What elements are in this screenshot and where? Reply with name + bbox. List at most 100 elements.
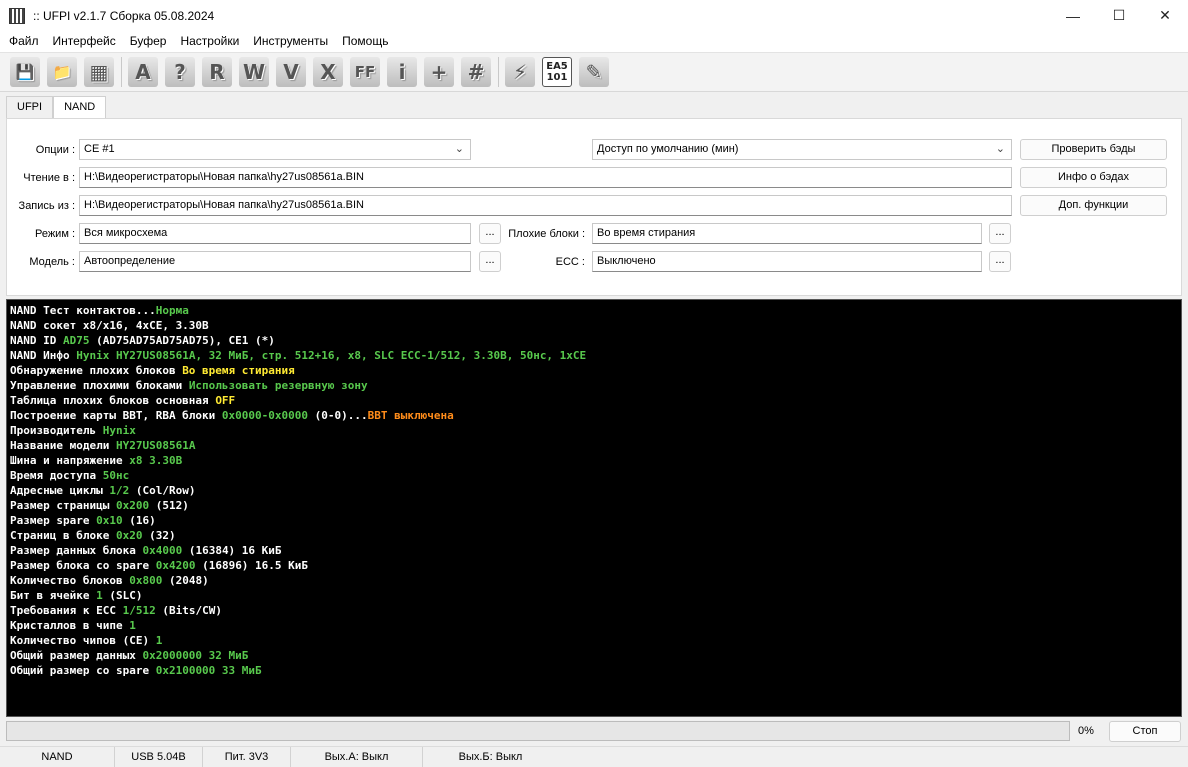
log-segment: (Bits/CW): [155, 604, 222, 617]
log-segment: 0x2100000 33 МиБ: [155, 664, 262, 677]
blank-check-button[interactable]: FF: [348, 55, 382, 89]
log-segment: (16896) 16.5 КиБ: [195, 559, 309, 572]
log-segment: Управление плохими блоками: [10, 379, 189, 392]
log-segment: Использовать резервную зону: [188, 379, 368, 392]
menu-interface[interactable]: Интерфейс: [46, 31, 123, 52]
log-segment: Шина и напряжение: [10, 454, 130, 467]
write-button[interactable]: W: [237, 55, 271, 89]
log-line: Размер данных блока 0x4000 (16384) 16 Ки…: [10, 543, 1178, 558]
log-segment: Название модели: [10, 439, 116, 452]
notes-button[interactable]: ✎: [577, 55, 611, 89]
save-button[interactable]: 💾: [8, 55, 42, 89]
notes-icon: ✎: [579, 57, 609, 87]
access-mode-select[interactable]: Доступ по умолчанию (мин) ⌄: [592, 139, 1012, 160]
write-from-path-field[interactable]: H:\Видеорегистраторы\Новая папка\hy27us0…: [79, 195, 1012, 216]
log-line: Требования к ECC 1/512 (Bits/CW): [10, 603, 1178, 618]
info-icon: i: [387, 57, 417, 87]
log-console[interactable]: NAND Тест контактов...Норма NAND сокет x8…: [6, 299, 1182, 717]
log-line: Название модели HY27US08561A: [10, 438, 1178, 453]
menu-help[interactable]: Помощь: [335, 31, 395, 52]
power-icon: ⚡: [505, 57, 535, 87]
tab-ufpi[interactable]: UFPI: [6, 96, 54, 118]
erase-button[interactable]: X: [311, 55, 345, 89]
ecc-label: ECC :: [555, 256, 585, 268]
add-button[interactable]: +: [422, 55, 456, 89]
log-segment: (16): [122, 514, 156, 527]
log-segment: 0x10: [96, 514, 123, 527]
log-segment: (AD75AD75AD75AD75), CE1 (*): [89, 334, 275, 347]
toolbar-separator: [498, 57, 499, 87]
menu-tools[interactable]: Инструменты: [246, 31, 335, 52]
progress-bar: [6, 721, 1070, 741]
log-segment: (32): [142, 529, 176, 542]
open-folder-button[interactable]: 📁: [45, 55, 79, 89]
log-segment: Таблица плохих блоков основная: [10, 394, 216, 407]
identify-button[interactable]: ?: [163, 55, 197, 89]
log-line: Обнаружение плохих блоков Во время стира…: [10, 363, 1178, 378]
log-segment: Общий размер данных: [10, 649, 143, 662]
blank-check-icon: FF: [350, 57, 380, 87]
status-output-a: Вых.А: Выкл: [291, 746, 423, 767]
ecc-field[interactable]: Выключено: [592, 251, 982, 272]
log-segment: Норма: [155, 304, 189, 317]
log-line: Кристаллов в чипе 1: [10, 618, 1178, 633]
menu-file[interactable]: Файл: [2, 31, 46, 52]
ecc-browse-button[interactable]: ...: [989, 251, 1011, 272]
log-segment: NAND сокет x8/x16, 4xCE, 3.30В: [10, 319, 209, 332]
menu-settings[interactable]: Настройки: [173, 31, 246, 52]
log-segment: Hynix: [102, 424, 136, 437]
stop-button[interactable]: Стоп: [1109, 721, 1181, 742]
bad-blocks-info-button[interactable]: Инфо о бэдах: [1020, 167, 1167, 188]
tab-nand[interactable]: NAND: [53, 96, 107, 119]
bad-blocks-field[interactable]: Во время стирания: [592, 223, 982, 244]
log-segment: 0x4000: [142, 544, 183, 557]
log-segment: Обнаружение плохих блоков: [10, 364, 183, 377]
read-to-path-field[interactable]: H:\Видеорегистраторы\Новая папка\hy27us0…: [79, 167, 1012, 188]
model-field[interactable]: Автоопределение: [79, 251, 471, 272]
status-mode: NAND: [0, 746, 115, 767]
log-line: Размер страницы 0x200 (512): [10, 498, 1178, 513]
log-line: Страниц в блоке 0x20 (32): [10, 528, 1178, 543]
log-line: Количество чипов (CE) 1: [10, 633, 1178, 648]
log-segment: (512): [149, 499, 189, 512]
identify-icon: ?: [165, 57, 195, 87]
menu-buffer[interactable]: Буфер: [123, 31, 174, 52]
status-usb-voltage: USB 5.04В: [115, 746, 203, 767]
maximize-button[interactable]: ☐: [1096, 0, 1142, 31]
erase-icon: X: [313, 57, 343, 87]
log-segment: (SLC): [102, 589, 143, 602]
extra-functions-button[interactable]: Доп. функции: [1020, 195, 1167, 216]
power-button[interactable]: ⚡: [503, 55, 537, 89]
log-segment: Размер данных блока: [10, 544, 143, 557]
chevron-down-icon: ⌄: [454, 143, 464, 155]
read-auto-button[interactable]: A: [126, 55, 160, 89]
read-auto-icon: A: [128, 57, 158, 87]
log-segment: Размер блока со spare: [10, 559, 156, 572]
mode-field[interactable]: Вся микросхема: [79, 223, 471, 244]
minimize-button[interactable]: —: [1050, 0, 1096, 31]
log-segment: NAND Инфо: [10, 349, 77, 362]
read-button[interactable]: R: [200, 55, 234, 89]
check-bad-blocks-button[interactable]: Проверить бэды: [1020, 139, 1167, 160]
log-segment: 0x800: [129, 574, 163, 587]
info-button[interactable]: i: [385, 55, 419, 89]
log-segment: x8 3.30В: [129, 454, 183, 467]
verify-button[interactable]: V: [274, 55, 308, 89]
bad-blocks-browse-button[interactable]: ...: [989, 223, 1011, 244]
checksum-button[interactable]: #: [459, 55, 493, 89]
log-line: Общий размер со spare 0x2100000 33 МиБ: [10, 663, 1178, 678]
chip-button[interactable]: ▦: [82, 55, 116, 89]
log-segment: 0x0000-0x0000: [221, 409, 309, 422]
log-segment: NAND Тест контактов...: [10, 304, 156, 317]
log-segment: Производитель: [10, 424, 103, 437]
options-select[interactable]: CE #1 ⌄: [79, 139, 471, 160]
log-line: Адресные циклы 1/2 (Col/Row): [10, 483, 1178, 498]
log-segment: Страниц в блоке: [10, 529, 116, 542]
log-line: Бит в ячейке 1 (SLC): [10, 588, 1178, 603]
log-line: Количество блоков 0x800 (2048): [10, 573, 1178, 588]
log-segment: 1: [96, 589, 103, 602]
close-button[interactable]: ✕: [1142, 0, 1188, 31]
log-segment: 1/2: [109, 484, 130, 497]
log-segment: 1: [129, 619, 136, 632]
ea5-button[interactable]: EA5 101: [540, 55, 574, 89]
